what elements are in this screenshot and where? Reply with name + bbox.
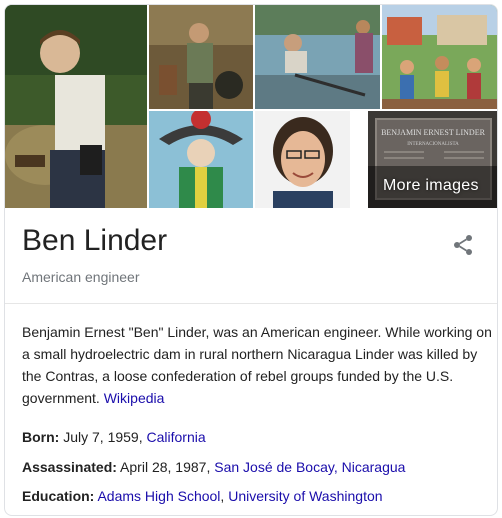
image-gallery: BENJAMIN ERNEST LINDER INTERNACIONALISTA…	[5, 5, 497, 208]
fact-education-link-1[interactable]: Adams High School	[97, 488, 220, 504]
wikipedia-link[interactable]: Wikipedia	[104, 390, 165, 406]
fact-education-label: Education:	[22, 488, 95, 504]
knowledge-panel: BENJAMIN ERNEST LINDER INTERNACIONALISTA…	[4, 4, 498, 516]
fact-assassinated-label: Assassinated:	[22, 459, 117, 475]
entity-subtitle: American engineer	[22, 269, 140, 285]
plaque-line2: INTERNACIONALISTA	[407, 142, 459, 147]
entity-title: Ben Linder	[22, 224, 168, 257]
photo-mural[interactable]	[382, 5, 497, 109]
entity-description: Benjamin Ernest "Ben" Linder, was an Ame…	[22, 321, 492, 409]
fact-born-label: Born:	[22, 429, 60, 445]
description-text: Benjamin Ernest "Ben" Linder, was an Ame…	[22, 324, 492, 406]
photo-river[interactable]	[255, 5, 380, 109]
more-images-link[interactable]: More images	[383, 177, 479, 195]
photo-portrait[interactable]	[255, 111, 350, 208]
photo-workshop[interactable]	[149, 5, 253, 109]
share-icon[interactable]	[451, 233, 475, 257]
photo-clown[interactable]	[149, 111, 253, 208]
gallery-gap	[352, 111, 366, 208]
fact-born-link[interactable]: California	[147, 429, 206, 445]
fact-born-value: July 7, 1959,	[59, 429, 147, 445]
divider	[5, 303, 497, 304]
fact-born: Born: July 7, 1959, California	[22, 429, 206, 445]
fact-assassinated: Assassinated: April 28, 1987, San José d…	[22, 459, 405, 475]
photo-main[interactable]	[5, 5, 147, 208]
plaque-line1: BENJAMIN ERNEST LINDER	[381, 128, 486, 137]
fact-assassinated-link[interactable]: San José de Bocay, Nicaragua	[214, 459, 405, 475]
fact-education-link-2[interactable]: University of Washington	[228, 488, 382, 504]
fact-assassinated-value: April 28, 1987,	[116, 459, 215, 475]
fact-education: Education: Adams High School, University…	[22, 488, 383, 504]
